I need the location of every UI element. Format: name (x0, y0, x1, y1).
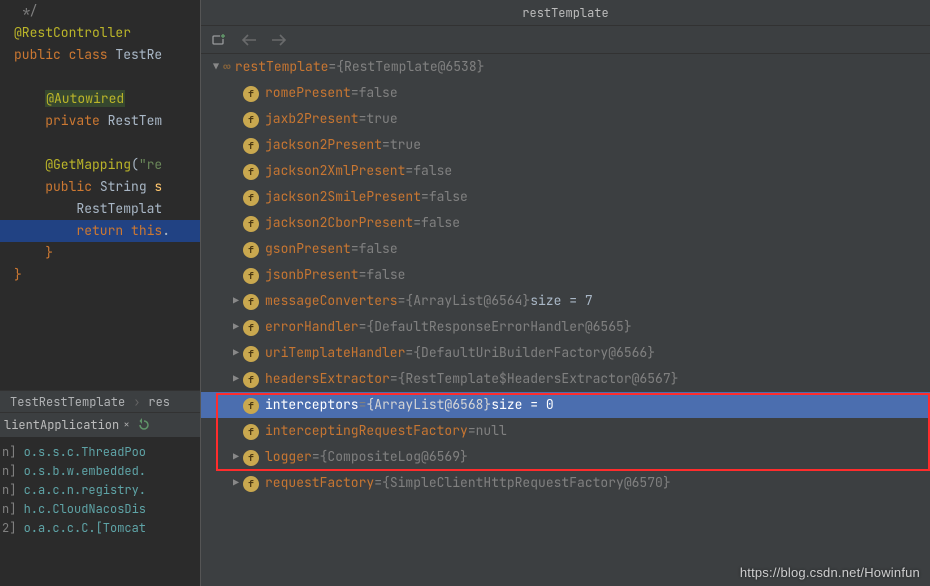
run-tab-label: lientApplication (4, 417, 119, 433)
field-icon: f (243, 268, 259, 284)
field-icon: f (243, 372, 259, 388)
tree-field[interactable]: fjackson2Present = true (201, 132, 930, 158)
breadcrumb[interactable]: TestRestTemplate › res (0, 390, 200, 413)
field-icon: f (243, 320, 259, 336)
tree-field[interactable]: finterceptors = {ArrayList@6568} size = … (201, 392, 930, 418)
field-icon: f (243, 190, 259, 206)
field-icon: f (243, 138, 259, 154)
tree-field[interactable]: finterceptingRequestFactory = null (201, 418, 930, 444)
field-icon: f (243, 424, 259, 440)
tree-field[interactable]: fjsonbPresent = false (201, 262, 930, 288)
field-icon: f (243, 346, 259, 362)
breadcrumb-separator: › (133, 394, 140, 410)
tree-field[interactable]: fromePresent = false (201, 80, 930, 106)
tree-field[interactable]: fjackson2XmlPresent = false (201, 158, 930, 184)
run-tabs: lientApplication × (0, 413, 200, 437)
field-icon: f (243, 398, 259, 414)
code-line[interactable]: @GetMapping("re (0, 154, 200, 176)
field-icon: f (243, 86, 259, 102)
debugger-title: restTemplate (201, 0, 930, 26)
breadcrumb-item[interactable]: TestRestTemplate (10, 394, 125, 410)
field-icon: f (243, 450, 259, 466)
forward-arrow-icon[interactable] (271, 32, 287, 48)
watermark-text: https://blog.csdn.net/Howinfun (740, 565, 920, 580)
code-line[interactable]: */ (0, 0, 200, 22)
breadcrumb-item[interactable]: res (148, 394, 170, 410)
code-line[interactable]: public class TestRe (0, 44, 200, 66)
tree-field[interactable]: ▶ferrorHandler = {DefaultResponseErrorHa… (201, 314, 930, 340)
code-line[interactable]: } (0, 242, 200, 264)
tree-root[interactable]: ▼∞restTemplate = {RestTemplate@6538} (201, 54, 930, 80)
field-icon: f (243, 476, 259, 492)
code-line[interactable]: return this. (0, 220, 200, 242)
console-line: n] c.a.c.n.registry. (0, 481, 200, 500)
tree-field[interactable]: fjackson2CborPresent = false (201, 210, 930, 236)
console-line: n] o.s.b.w.embedded. (0, 462, 200, 481)
debugger-toolbar (201, 26, 930, 54)
code-line[interactable] (0, 132, 200, 154)
code-line[interactable]: @Autowired (0, 88, 200, 110)
code-line[interactable]: RestTemplat (0, 198, 200, 220)
tree-field[interactable]: ▶fmessageConverters = {ArrayList@6564} s… (201, 288, 930, 314)
code-line[interactable]: } (0, 264, 200, 286)
console-line: n] o.s.s.c.ThreadPoo (0, 443, 200, 462)
tree-field[interactable]: fjackson2SmilePresent = false (201, 184, 930, 210)
variables-tree[interactable]: ▼∞restTemplate = {RestTemplate@6538}from… (201, 54, 930, 586)
console-line: 2] o.a.c.c.C.[Tomcat (0, 519, 200, 538)
field-icon: f (243, 242, 259, 258)
back-arrow-icon[interactable] (241, 32, 257, 48)
tree-field[interactable]: fjaxb2Present = true (201, 106, 930, 132)
field-icon: f (243, 112, 259, 128)
tree-field[interactable]: fgsonPresent = false (201, 236, 930, 262)
close-icon[interactable]: × (123, 418, 130, 432)
console-line: n] h.c.CloudNacosDis (0, 500, 200, 519)
field-icon: f (243, 216, 259, 232)
code-line[interactable]: public String s (0, 176, 200, 198)
tree-field[interactable]: ▶flogger = {CompositeLog@6569} (201, 444, 930, 470)
tree-field[interactable]: ▶fheadersExtractor = {RestTemplate$Heade… (201, 366, 930, 392)
console-panel[interactable]: n] o.s.s.c.ThreadPoon] o.s.b.w.embedded.… (0, 437, 200, 586)
code-editor[interactable]: */@RestControllerpublic class TestRe @Au… (0, 0, 200, 390)
code-line[interactable] (0, 66, 200, 88)
tree-field[interactable]: ▶frequestFactory = {SimpleClientHttpRequ… (201, 470, 930, 496)
rerun-icon[interactable] (136, 417, 152, 433)
field-icon: f (243, 164, 259, 180)
code-line[interactable]: @RestController (0, 22, 200, 44)
tree-field[interactable]: ▶furiTemplateHandler = {DefaultUriBuilde… (201, 340, 930, 366)
run-tab-client-application[interactable]: lientApplication × (4, 417, 130, 433)
debugger-variables-panel: restTemplate ▼∞restTemplate = {RestTempl… (200, 0, 930, 586)
field-icon: f (243, 294, 259, 310)
code-line[interactable]: private RestTem (0, 110, 200, 132)
new-watch-icon[interactable] (211, 32, 227, 48)
watch-icon: ∞ (223, 54, 231, 80)
